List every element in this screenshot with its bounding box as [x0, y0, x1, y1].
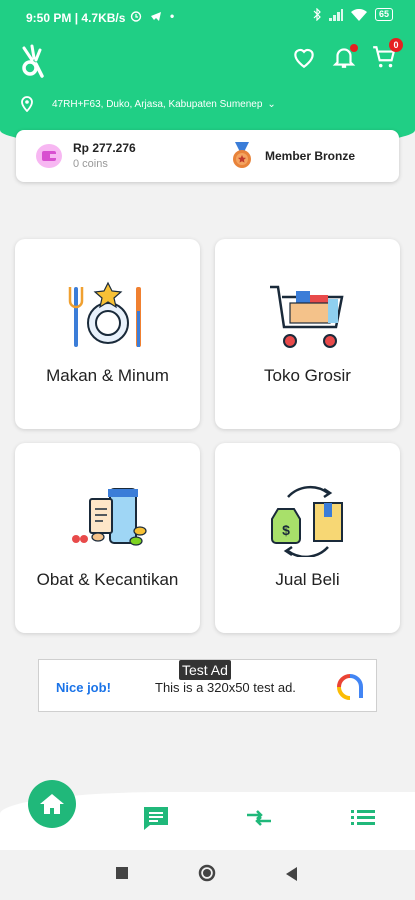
wifi-icon — [350, 8, 367, 21]
recents-icon[interactable] — [115, 866, 129, 880]
status-time: 9:50 PM | 4.7KB/s — [26, 11, 126, 25]
back-icon[interactable] — [285, 866, 299, 882]
notifications-button[interactable] — [331, 44, 358, 70]
category-card-medicine[interactable]: Obat & Kecantikan — [15, 443, 200, 633]
status-system-icons: 65 — [313, 8, 393, 21]
category-label: Obat & Kecantikan — [36, 570, 179, 589]
favorites-button[interactable] — [291, 44, 317, 70]
nav-home-button[interactable] — [28, 780, 76, 828]
svg-text:$: $ — [282, 522, 290, 538]
food-drink-icon — [68, 281, 141, 347]
telegram-icon — [151, 12, 161, 21]
app-logo-icon — [22, 44, 44, 78]
status-bar: 9:50 PM | 4.7KB/s • 65 — [0, 0, 415, 36]
location-text: 47RH+F63, Duko, Arjasa, Kabupaten Sumene… — [52, 98, 263, 110]
signal-icon — [328, 8, 343, 21]
bronze-medal-icon — [233, 142, 251, 168]
bluetooth-icon — [313, 8, 321, 21]
member-level: Member Bronze — [265, 149, 356, 163]
member-card[interactable]: Rp 277.276 0 coins Member Bronze — [16, 130, 399, 182]
category-card-grocery[interactable]: Toko Grosir — [215, 239, 400, 429]
buy-sell-icon: $ — [270, 485, 343, 557]
chat-icon[interactable] — [142, 805, 170, 831]
category-card-food[interactable]: Makan & Minum — [15, 239, 200, 429]
cart-button[interactable]: 0 — [371, 38, 403, 70]
category-card-buysell[interactable]: $ Jual Beli — [215, 443, 400, 633]
admob-logo-icon — [337, 674, 363, 700]
grocery-cart-icon — [269, 285, 344, 348]
wallet-icon — [36, 144, 62, 168]
cart-count-badge: 0 — [389, 38, 403, 52]
home-icon — [40, 794, 64, 814]
category-label: Makan & Minum — [46, 366, 169, 385]
dot-icon: • — [170, 9, 175, 23]
wallet-balance: Rp 277.276 — [73, 141, 136, 155]
ad-text: This is a 320x50 test ad. — [155, 680, 296, 695]
location-pin-icon — [21, 96, 33, 112]
medicine-beauty-icon — [71, 488, 147, 546]
transactions-icon[interactable] — [245, 805, 273, 831]
heart-icon — [294, 48, 314, 69]
home-circle-icon[interactable] — [198, 864, 216, 882]
status-notification-icons: • — [130, 9, 174, 23]
category-label: Toko Grosir — [264, 366, 351, 385]
location-selector[interactable]: 47RH+F63, Duko, Arjasa, Kabupaten Sumene… — [20, 96, 276, 112]
notification-dot — [350, 44, 358, 52]
battery-indicator: 65 — [374, 8, 393, 21]
menu-list-icon[interactable] — [349, 805, 377, 831]
coins-count: 0 coins — [73, 158, 108, 170]
header-actions: 0 — [291, 38, 403, 70]
test-ad-tag: Test Ad — [179, 660, 231, 680]
chevron-down-icon: ⌄ — [267, 98, 276, 110]
category-label: Jual Beli — [275, 570, 340, 589]
alarm-icon — [130, 11, 142, 22]
ad-headline: Nice job! — [56, 680, 111, 695]
